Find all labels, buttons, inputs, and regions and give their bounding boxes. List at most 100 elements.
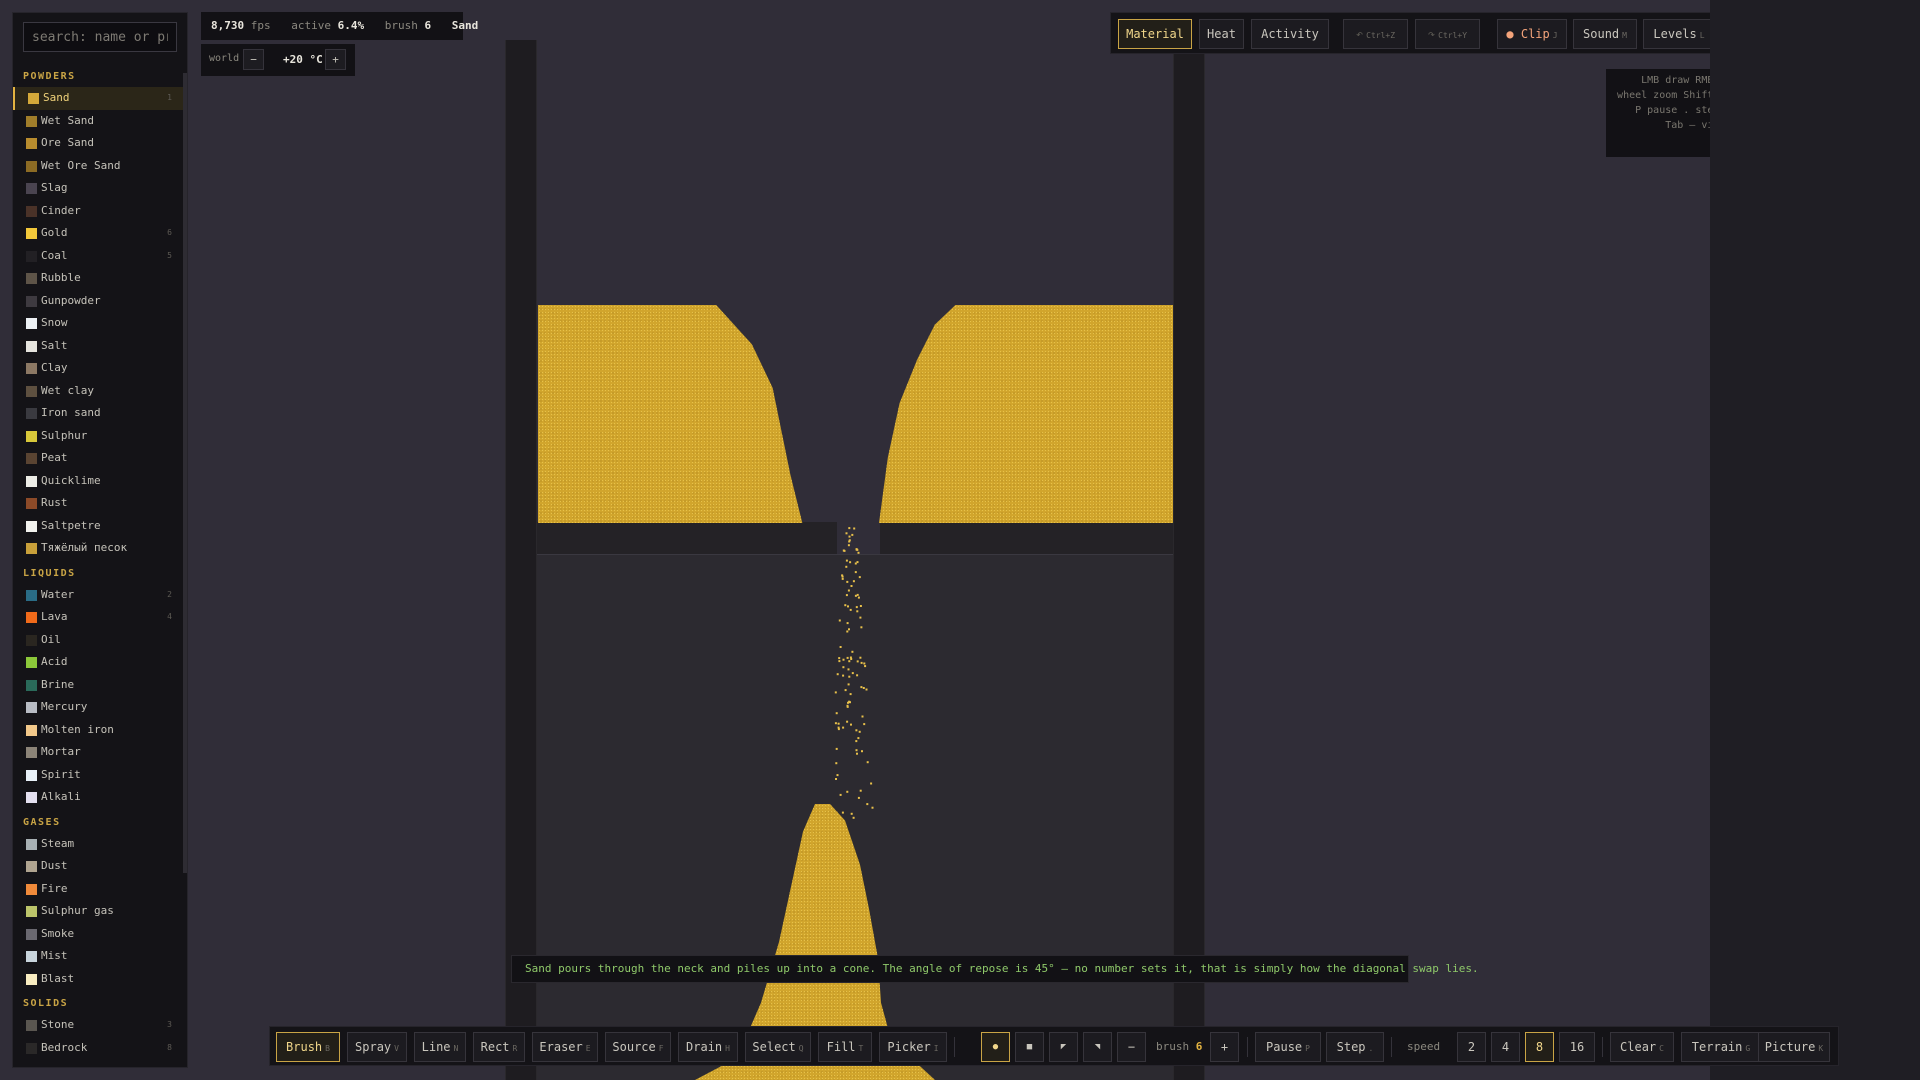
view-heat-button[interactable]: Heat bbox=[1199, 19, 1244, 49]
material-item[interactable]: Sand 1 bbox=[13, 87, 183, 110]
tool-fill-button[interactable]: Fill T bbox=[818, 1032, 872, 1062]
material-item[interactable]: Rust bbox=[13, 492, 183, 515]
material-item[interactable]: Iron sand bbox=[13, 402, 183, 425]
step-button[interactable]: Step. bbox=[1326, 1032, 1384, 1062]
material-item[interactable]: Steam bbox=[13, 833, 183, 856]
tool-drain-button[interactable]: Drain H bbox=[678, 1032, 738, 1062]
material-item[interactable]: Dust bbox=[13, 855, 183, 878]
sand-grain bbox=[835, 762, 838, 765]
tool-label: Brush bbox=[286, 1040, 323, 1054]
redo-button[interactable]: ↷ Ctrl+Y bbox=[1415, 19, 1480, 49]
material-item[interactable]: Mercury bbox=[13, 696, 183, 719]
material-item[interactable]: Sulphur gas bbox=[13, 900, 183, 923]
sand-grain bbox=[842, 674, 845, 677]
material-item[interactable]: Smoke bbox=[13, 923, 183, 946]
world-temp-decrease-button[interactable]: − bbox=[243, 49, 264, 70]
material-item[interactable]: Mortar bbox=[13, 741, 183, 764]
sidebar-scrollbar[interactable] bbox=[183, 73, 187, 873]
speed-option-button[interactable]: 2 bbox=[1457, 1032, 1486, 1062]
material-item[interactable]: Blast bbox=[13, 968, 183, 991]
material-item[interactable]: Peat bbox=[13, 447, 183, 470]
material-swatch bbox=[26, 612, 37, 623]
material-item[interactable]: Spirit bbox=[13, 764, 183, 787]
levels-button[interactable]: Levels L bbox=[1643, 19, 1715, 49]
material-item[interactable]: Oil bbox=[13, 629, 183, 652]
material-item[interactable]: Acid bbox=[13, 651, 183, 674]
tool-eraser-button[interactable]: Eraser E bbox=[532, 1032, 598, 1062]
material-item[interactable]: Coal 5 bbox=[13, 245, 183, 268]
tool-label: Select bbox=[752, 1040, 796, 1054]
clear-button[interactable]: Clear C bbox=[1610, 1032, 1674, 1062]
tool-rect-button[interactable]: Rect R bbox=[473, 1032, 525, 1062]
sand-grain bbox=[837, 728, 840, 731]
material-item[interactable]: Saltpetre bbox=[13, 515, 183, 538]
material-item[interactable]: Alkali bbox=[13, 786, 183, 809]
sand-grain bbox=[851, 650, 854, 653]
material-item[interactable]: Brine bbox=[13, 674, 183, 697]
world-temp-increase-button[interactable]: + bbox=[325, 49, 346, 70]
world-temperature: +20 °C bbox=[283, 53, 323, 66]
sand-grain bbox=[835, 778, 837, 780]
material-item[interactable]: Ore Sand bbox=[13, 132, 183, 155]
material-swatch bbox=[26, 724, 37, 736]
simulation-canvas[interactable] bbox=[505, 40, 1205, 1080]
material-item[interactable]: Molten iron bbox=[13, 719, 183, 742]
material-item[interactable]: Тяжёлый песок bbox=[13, 537, 183, 560]
speed-option-button[interactable]: 4 bbox=[1491, 1032, 1520, 1062]
material-item[interactable]: Wet Ore Sand bbox=[13, 155, 183, 178]
material-item[interactable]: Cinder bbox=[13, 200, 183, 223]
material-item[interactable]: Clay bbox=[13, 357, 183, 380]
material-item[interactable]: Gold 6 bbox=[13, 222, 183, 245]
sand-grain bbox=[856, 610, 859, 613]
material-item[interactable]: Snow bbox=[13, 312, 183, 335]
tool-picker-button[interactable]: Picker I bbox=[879, 1032, 947, 1062]
material-label: Gunpowder bbox=[41, 293, 101, 307]
material-item[interactable]: Fire bbox=[13, 878, 183, 901]
view-activity-button[interactable]: Activity bbox=[1251, 19, 1329, 49]
material-item[interactable]: Sulphur bbox=[13, 425, 183, 448]
sand-grain bbox=[834, 691, 837, 694]
sand-grain bbox=[849, 701, 851, 704]
material-item[interactable]: Bedrock 8 bbox=[13, 1037, 183, 1060]
material-label: Salt bbox=[41, 338, 68, 352]
sand-grain bbox=[834, 722, 837, 725]
material-item[interactable]: Quicklime bbox=[13, 470, 183, 493]
speed-option-button[interactable]: 8 bbox=[1525, 1032, 1554, 1062]
undo-button[interactable]: ↶ Ctrl+Z bbox=[1343, 19, 1408, 49]
speed-option-button[interactable]: 16 bbox=[1559, 1032, 1595, 1062]
material-item[interactable]: Salt bbox=[13, 335, 183, 358]
material-item[interactable]: Wet Sand bbox=[13, 110, 183, 133]
material-item[interactable]: Wet clay bbox=[13, 380, 183, 403]
speed-label: speed bbox=[1407, 1040, 1441, 1053]
brush-shape-square-button[interactable]: ■ bbox=[1015, 1032, 1044, 1062]
sand-grain bbox=[860, 626, 863, 629]
tool-line-button[interactable]: Line N bbox=[414, 1032, 466, 1062]
material-item[interactable]: Gunpowder bbox=[13, 290, 183, 313]
material-item[interactable]: Rubble bbox=[13, 267, 183, 290]
brush-size-increase-button[interactable]: + bbox=[1210, 1032, 1239, 1062]
sound-toggle-button[interactable]: Sound M bbox=[1573, 19, 1637, 49]
view-material-button[interactable]: Material bbox=[1118, 19, 1192, 49]
tool-source-button[interactable]: Source F bbox=[605, 1032, 671, 1062]
tool-spray-button[interactable]: Spray V bbox=[347, 1032, 407, 1062]
material-item[interactable]: Stone 3 bbox=[13, 1014, 183, 1037]
material-item[interactable]: Water 2 bbox=[13, 584, 183, 607]
pause-button[interactable]: Pause P bbox=[1255, 1032, 1321, 1062]
tool-select-button[interactable]: Select Q bbox=[745, 1032, 811, 1062]
clip-record-button[interactable]: ● Clip J bbox=[1497, 19, 1567, 49]
brush-size-decrease-button[interactable]: − bbox=[1117, 1032, 1146, 1062]
picture-button[interactable]: Picture K bbox=[1758, 1032, 1830, 1062]
terrain-button[interactable]: Terrain G bbox=[1681, 1032, 1761, 1062]
material-item[interactable]: Mist bbox=[13, 945, 183, 968]
tool-brush-button[interactable]: Brush B bbox=[276, 1032, 340, 1062]
tool-label: Drain bbox=[686, 1040, 723, 1054]
material-swatch bbox=[26, 385, 37, 397]
material-item[interactable]: Lava 4 bbox=[13, 606, 183, 629]
material-item[interactable]: Slag bbox=[13, 177, 183, 200]
brush-shape-corner-right-button[interactable]: ◥ bbox=[1083, 1032, 1112, 1062]
brush-shape-corner-left-button[interactable]: ◤ bbox=[1049, 1032, 1078, 1062]
material-search-input[interactable] bbox=[23, 22, 177, 52]
world-temperature-panel: world − +20 °C + bbox=[201, 44, 355, 76]
brush-shape-circle-button[interactable]: ● bbox=[981, 1032, 1010, 1062]
material-label: Wet clay bbox=[41, 383, 94, 397]
